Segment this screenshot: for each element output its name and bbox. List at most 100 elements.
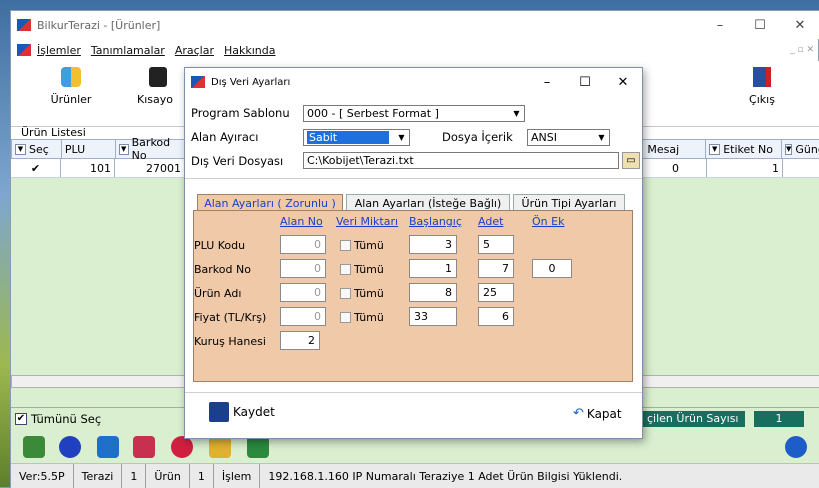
- status-urun-value: 1: [190, 464, 214, 488]
- delete-icon[interactable]: [171, 436, 193, 458]
- urun-adi-adet-input[interactable]: 25: [478, 283, 514, 302]
- col-gunc[interactable]: Günc: [795, 143, 819, 156]
- minimize-button[interactable]: –: [700, 18, 740, 33]
- close-button[interactable]: ✕: [780, 18, 819, 33]
- menu-hakkinda[interactable]: Hakkında: [224, 44, 276, 57]
- dialog-maximize-button[interactable]: ☐: [566, 75, 604, 90]
- header-adet[interactable]: Adet: [478, 215, 503, 228]
- maximize-button[interactable]: ☐: [740, 18, 780, 33]
- col-etiket[interactable]: Etiket No: [723, 143, 773, 156]
- folder-icon[interactable]: [209, 436, 231, 458]
- program-sablonu-select[interactable]: 000 - [ Serbest Format ] ▼: [303, 105, 525, 122]
- header-baslangic[interactable]: Başlangıç: [409, 215, 462, 228]
- kurus-hanesi-input[interactable]: 2: [280, 331, 320, 350]
- mdi-controls-icon[interactable]: _ ▫ ✕: [790, 45, 814, 55]
- fiyat-baslangic-input[interactable]: 33: [409, 307, 457, 326]
- refresh-icon[interactable]: [97, 436, 119, 458]
- mdi-logo-icon: [17, 44, 31, 56]
- fiyat-alan-no-input[interactable]: 0: [280, 307, 326, 326]
- fiyat-adet-input[interactable]: 6: [478, 307, 514, 326]
- plu-baslangic-input[interactable]: 3: [409, 235, 457, 254]
- plu-adet-input[interactable]: 5: [478, 235, 514, 254]
- plu-alan-no-input[interactable]: 0: [280, 235, 326, 254]
- dialog-title-bar: Dış Veri Ayarları – ☐ ✕: [185, 68, 642, 96]
- divider: [185, 178, 642, 179]
- status-terazi-value: 1: [122, 464, 147, 488]
- barkod-alan-no-input[interactable]: 0: [280, 259, 326, 278]
- col-mesaj[interactable]: Mesaj: [647, 143, 679, 156]
- dis-veri-dosyasi-input[interactable]: C:\Kobijet\Terazi.txt: [303, 152, 619, 169]
- browse-folder-icon[interactable]: ▭: [622, 152, 640, 169]
- chevron-down-icon: ▼: [513, 109, 520, 118]
- filter-icon[interactable]: ▼: [709, 143, 721, 155]
- urun-adi-alan-no-input[interactable]: 0: [280, 283, 326, 302]
- kaydet-button[interactable]: Kaydet: [209, 402, 275, 422]
- alan-ayiraci-label: Alan Ayıracı: [191, 130, 259, 144]
- status-bar: Ver:5.5P Terazi 1 Ürün 1 İşlem 192.168.1…: [11, 463, 819, 488]
- dosya-icerik-value: ANSI: [531, 131, 557, 144]
- cikis-button[interactable]: Çıkış: [737, 67, 787, 106]
- save-disk-icon: [209, 402, 229, 422]
- barkod-on-ek-input[interactable]: 0: [532, 259, 572, 278]
- fiyat-tumu-checkbox[interactable]: Tümü: [340, 311, 384, 324]
- menu-tanimlamalar[interactable]: Tanımlamalar: [91, 44, 165, 57]
- dosya-icerik-label: Dosya İçerik: [442, 130, 513, 144]
- barkod-baslangic-input[interactable]: 1: [409, 259, 457, 278]
- edit-icon[interactable]: [59, 436, 81, 458]
- kisayol-label: Kısayo: [137, 93, 173, 106]
- program-sablonu-label: Program Sablonu: [191, 106, 290, 120]
- row-label-fiyat: Fiyat (TL/Krş): [194, 311, 267, 324]
- alan-ayiraci-value: Sabit: [307, 131, 389, 144]
- kapat-button[interactable]: ↶ Kapat: [573, 406, 622, 421]
- kaydet-label: Kaydet: [233, 405, 275, 419]
- program-sablonu-value: 000 - [ Serbest Format ]: [307, 107, 439, 120]
- fiyat-tumu-label: Tümü: [354, 311, 384, 324]
- urunler-button[interactable]: Ürünler: [41, 67, 101, 106]
- kisayol-button[interactable]: Kısayo: [137, 67, 187, 106]
- products-icon: [61, 67, 81, 87]
- row-checkbox[interactable]: ✔: [31, 162, 40, 175]
- col-plu[interactable]: PLU: [65, 143, 85, 156]
- filter-icon[interactable]: ▼: [785, 143, 793, 155]
- dialog-minimize-button[interactable]: –: [528, 75, 566, 90]
- plu-tumu-checkbox[interactable]: Tümü: [340, 239, 384, 252]
- row-plu: 101: [90, 161, 111, 175]
- dis-veri-dosyasi-value: C:\Kobijet\Terazi.txt: [307, 154, 414, 167]
- barkod-tumu-checkbox[interactable]: Tümü: [340, 263, 384, 276]
- plu-tumu-label: Tümü: [354, 239, 384, 252]
- header-alan-no[interactable]: Alan No: [280, 215, 323, 228]
- row-barkod: 27001: [146, 161, 181, 175]
- divider: [185, 392, 642, 393]
- urun-adi-tumu-checkbox[interactable]: Tümü: [340, 287, 384, 300]
- barkod-tumu-label: Tümü: [354, 263, 384, 276]
- status-message: 192.168.1.160 IP Numaralı Teraziye 1 Ade…: [268, 469, 623, 483]
- exit-door-icon: [753, 67, 771, 87]
- import-icon[interactable]: [23, 436, 45, 458]
- urun-adi-baslangic-input[interactable]: 8: [409, 283, 457, 302]
- dialog-title: Dış Veri Ayarları: [211, 76, 291, 88]
- dosya-icerik-select[interactable]: ANSI ▼: [527, 129, 610, 146]
- barkod-adet-input[interactable]: 7: [478, 259, 514, 278]
- alan-ayiraci-select[interactable]: Sabit ▼: [303, 129, 410, 146]
- menu-bar: İşlemler Tanımlamalar Araçlar Hakkında _…: [11, 39, 819, 61]
- row-label-barkod: Barkod No: [194, 263, 251, 276]
- filter-icon[interactable]: ▼: [15, 143, 26, 155]
- chevron-down-icon: ▼: [598, 133, 605, 142]
- add-calendar-icon[interactable]: [133, 436, 155, 458]
- status-urun-label: Ürün: [146, 464, 190, 488]
- back-icon[interactable]: [785, 436, 807, 458]
- row-label-kurus: Kuruş Hanesi: [194, 335, 266, 348]
- menu-araclar[interactable]: Araçlar: [175, 44, 214, 57]
- dialog-close-button[interactable]: ✕: [604, 75, 642, 90]
- urunler-label: Ürünler: [50, 93, 92, 106]
- dis-veri-dialog: Dış Veri Ayarları – ☐ ✕ Program Sablonu …: [184, 67, 643, 439]
- header-veri-miktari[interactable]: Veri Miktarı: [336, 215, 398, 228]
- header-on-ek[interactable]: Ön Ek: [532, 215, 564, 228]
- filter-icon[interactable]: ▼: [118, 143, 129, 155]
- select-all-checkbox[interactable]: ✔ Tümünü Seç: [15, 412, 101, 426]
- undo-arrow-icon: ↶: [573, 406, 584, 421]
- col-sec[interactable]: Seç: [29, 143, 49, 156]
- menu-islemler[interactable]: İşlemler: [37, 44, 81, 57]
- excel-icon[interactable]: [247, 436, 269, 458]
- kapat-label: Kapat: [586, 406, 622, 421]
